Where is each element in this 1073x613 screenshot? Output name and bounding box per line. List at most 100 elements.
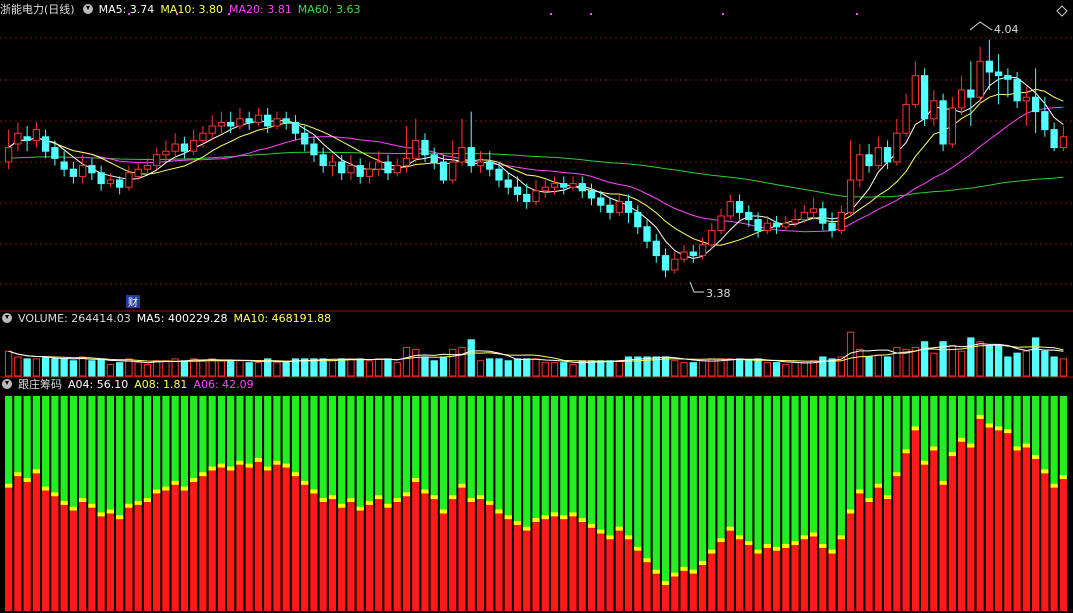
chip-green-segment xyxy=(32,396,40,474)
high-price-label: 4.04 xyxy=(994,23,1019,36)
volume-bar xyxy=(587,360,596,377)
low-price-label: 3.38 xyxy=(706,287,731,300)
dropdown-circle-icon[interactable] xyxy=(82,4,93,14)
chip-red-segment xyxy=(143,502,152,611)
chip-red-segment xyxy=(865,502,873,611)
settings-diamond-icon[interactable] xyxy=(1056,5,1068,17)
ma10-label: MA10: 3.80 xyxy=(160,3,224,16)
chip-green-segment xyxy=(254,396,263,462)
chip-green-segment xyxy=(365,396,374,505)
candle-body xyxy=(291,121,300,134)
volume-bar xyxy=(245,362,253,377)
chip-green-segment xyxy=(624,396,633,540)
a08-label: A08: 1.81 xyxy=(134,378,188,391)
chip-yellow-segment xyxy=(911,426,919,431)
volume-bar xyxy=(1059,358,1068,377)
chip-green-segment xyxy=(375,396,383,500)
chip-red-segment xyxy=(476,499,485,611)
chip-yellow-segment xyxy=(217,463,226,468)
chip-yellow-segment xyxy=(902,449,910,454)
volume-bar xyxy=(4,350,13,377)
chip-green-segment xyxy=(328,396,337,500)
chip-green-segment xyxy=(615,396,623,531)
chip-green-segment xyxy=(920,396,929,465)
volume-bar xyxy=(88,360,96,377)
chip-red-segment xyxy=(319,502,327,611)
chip-red-segment xyxy=(23,482,31,611)
dropdown-circle-icon[interactable] xyxy=(2,313,12,323)
candle-body xyxy=(994,71,1003,77)
ma5-label: MA5: 3.74 xyxy=(98,3,155,16)
candle-body xyxy=(421,139,429,156)
volume-bar xyxy=(23,358,31,377)
volume-bar xyxy=(930,352,938,377)
volume-bar xyxy=(421,356,429,377)
candle-body xyxy=(180,143,189,152)
chip-red-segment xyxy=(162,490,170,611)
chart-canvas[interactable]: 4.04 3.38 财 xyxy=(0,0,1073,613)
chip-yellow-segment xyxy=(236,460,244,465)
chip-red-segment xyxy=(208,470,216,611)
candle-body xyxy=(985,60,994,73)
chip-yellow-segment xyxy=(486,500,494,505)
candle-body xyxy=(1022,96,1031,102)
volume-bar xyxy=(402,346,411,377)
chip-green-segment xyxy=(569,396,577,517)
candle-body xyxy=(828,222,836,231)
chip-red-segment xyxy=(893,476,901,611)
chip-yellow-segment xyxy=(60,500,68,505)
volume-ma10-label: MA10: 468191.88 xyxy=(233,312,332,325)
chip-yellow-segment xyxy=(513,521,522,525)
chip-yellow-segment xyxy=(671,572,679,577)
chip-yellow-segment xyxy=(301,480,309,485)
chip-red-segment xyxy=(51,496,59,611)
chip-yellow-segment xyxy=(735,535,744,540)
chip-green-segment xyxy=(745,396,753,546)
chip-green-segment xyxy=(273,396,281,465)
candle-body xyxy=(1031,96,1040,113)
volume-bar xyxy=(486,358,494,377)
volume-bar xyxy=(1050,356,1058,377)
chip-green-segment xyxy=(476,396,485,500)
candle-body xyxy=(624,201,633,213)
chip-red-segment xyxy=(708,553,716,611)
chip-yellow-segment xyxy=(338,503,346,508)
chip-green-segment xyxy=(190,396,198,482)
chip-red-segment xyxy=(79,502,87,611)
candle-body xyxy=(375,161,383,170)
chip-yellow-segment xyxy=(763,543,771,548)
chip-yellow-segment xyxy=(967,443,975,448)
candle-body xyxy=(1004,75,1012,80)
chip-green-segment xyxy=(458,396,466,488)
candle-body xyxy=(319,154,327,167)
chip-red-segment xyxy=(661,585,670,611)
chip-yellow-segment xyxy=(328,495,337,500)
candle-body xyxy=(893,132,901,163)
chip-green-segment xyxy=(828,396,836,554)
chip-green-segment xyxy=(282,396,290,468)
chip-yellow-segment xyxy=(227,466,235,471)
candle-body xyxy=(689,251,697,257)
chip-yellow-segment xyxy=(5,483,13,488)
chip-green-segment xyxy=(449,396,457,500)
chip-green-segment xyxy=(883,396,892,500)
chip-green-segment xyxy=(125,396,133,508)
chip-green-segment xyxy=(837,396,845,540)
volume-bar xyxy=(162,360,170,377)
dropdown-circle-icon[interactable] xyxy=(2,379,12,389)
chip-yellow-segment xyxy=(51,492,59,497)
chip-yellow-segment xyxy=(1004,429,1012,434)
chip-yellow-segment xyxy=(874,483,882,488)
chip-yellow-segment xyxy=(14,472,22,477)
chip-yellow-segment xyxy=(606,535,614,540)
volume-bar xyxy=(735,358,744,377)
volume-panel-header: VOLUME: 264414.03 MA5: 400229.28 MA10: 468… xyxy=(0,311,337,327)
chip-yellow-segment xyxy=(467,498,475,503)
chip-yellow-segment xyxy=(180,486,189,491)
chip-red-segment xyxy=(985,427,993,611)
candle-body xyxy=(217,121,226,127)
volume-bar xyxy=(920,341,929,377)
chip-yellow-segment xyxy=(402,492,411,497)
volume-bar xyxy=(532,358,540,377)
chip-green-segment xyxy=(180,396,189,491)
